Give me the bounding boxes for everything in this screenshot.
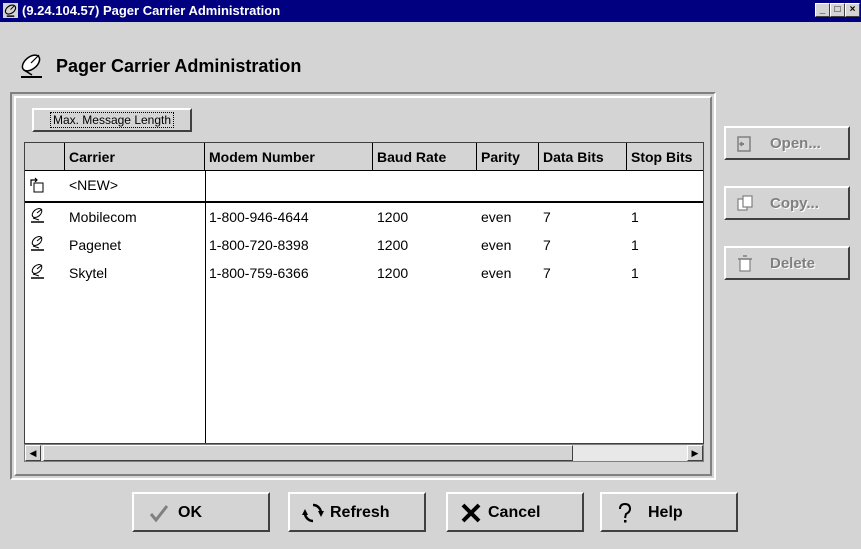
carrier-table[interactable]: Carrier Modem Number Baud Rate Parity Da… (24, 142, 704, 444)
open-icon (737, 136, 751, 152)
refresh-button[interactable]: Refresh (288, 492, 426, 532)
cell-data-bits: 7 (543, 265, 551, 281)
minimize-button[interactable]: _ (815, 3, 830, 17)
scroll-right-arrow-icon[interactable]: ▶ (687, 445, 703, 461)
cell-modem-number: 1-800-720-8398 (209, 237, 309, 253)
cell-parity: even (481, 237, 512, 253)
maximize-button[interactable]: □ (830, 3, 845, 17)
cell-baud-rate: 1200 (377, 265, 409, 281)
scrollbar-thumb[interactable] (43, 445, 573, 461)
column-header-carrier[interactable]: Carrier (65, 143, 205, 171)
cell-carrier: Pagenet (69, 237, 122, 253)
cell-baud-rate: 1200 (377, 209, 409, 225)
open-button-label: Open... (770, 135, 821, 152)
cell-stop-bits: 1 (631, 265, 639, 281)
cell-modem-number: 1-800-946-4644 (209, 209, 309, 225)
cancel-button[interactable]: Cancel (446, 492, 584, 532)
help-button[interactable]: Help (600, 492, 738, 532)
help-button-label: Help (648, 504, 683, 521)
table-row-new[interactable]: <NEW> (25, 171, 703, 201)
cell-carrier: Skytel (69, 265, 108, 281)
cell-stop-bits: 1 (631, 237, 639, 253)
satellite-dish-icon[interactable] (3, 3, 18, 18)
table-row[interactable]: Pagenet 1-800-720-8398 1200 even 7 1 (25, 231, 703, 259)
cell-data-bits: 7 (543, 209, 551, 225)
cell-data-bits: 7 (543, 237, 551, 253)
delete-button-label: Delete (770, 255, 816, 272)
delete-button[interactable]: Delete (724, 246, 850, 280)
satellite-dish-icon (21, 54, 42, 78)
copy-button-label: Copy... (770, 195, 819, 212)
copy-button[interactable]: Copy... (724, 186, 850, 220)
cell-parity: even (481, 209, 512, 225)
page-header: Pager Carrier Administration (0, 22, 861, 90)
ok-button-label: OK (178, 504, 202, 521)
column-header-baud-rate[interactable]: Baud Rate (373, 143, 477, 171)
scroll-left-arrow-icon[interactable]: ◀ (25, 445, 41, 461)
ok-button[interactable]: OK (132, 492, 270, 532)
satellite-dish-icon (31, 208, 44, 223)
satellite-dish-icon (31, 236, 44, 251)
table-row[interactable]: Mobilecom 1-800-946-4644 1200 even 7 1 (25, 203, 703, 231)
column-header-icon[interactable] (25, 143, 65, 171)
horizontal-scrollbar[interactable]: ◀ ▶ (24, 444, 704, 462)
refresh-icon (302, 503, 324, 523)
table-row[interactable]: Skytel 1-800-759-6366 1200 even 7 1 (25, 259, 703, 287)
column-header-stop-bits[interactable]: Stop Bits (627, 143, 703, 171)
close-button[interactable]: × (845, 3, 860, 17)
cell-carrier: Mobilecom (69, 209, 137, 225)
refresh-button-label: Refresh (330, 504, 390, 521)
page-title: Pager Carrier Administration (56, 56, 302, 76)
column-header-modem-number[interactable]: Modem Number (205, 143, 373, 171)
open-button[interactable]: Open... (724, 126, 850, 160)
column-header-parity[interactable]: Parity (477, 143, 539, 171)
new-row-label: <NEW> (69, 177, 119, 193)
cell-parity: even (481, 265, 512, 281)
max-message-length-button[interactable]: Max. Message Length (32, 108, 192, 132)
column-header-data-bits[interactable]: Data Bits (539, 143, 627, 171)
new-entry-icon (30, 177, 44, 193)
window-title: (9.24.104.57) Pager Carrier Administrati… (22, 3, 281, 18)
title-bar[interactable]: (9.24.104.57) Pager Carrier Administrati… (0, 0, 861, 22)
trash-icon (738, 255, 752, 272)
copy-icon (737, 195, 753, 211)
satellite-dish-icon (31, 264, 44, 279)
cell-modem-number: 1-800-759-6366 (209, 265, 309, 281)
cancel-button-label: Cancel (488, 504, 541, 521)
max-message-length-label: Max. Message Length (49, 111, 175, 128)
help-icon (619, 502, 632, 523)
cell-stop-bits: 1 (631, 209, 639, 225)
checkmark-icon (149, 505, 169, 523)
cell-baud-rate: 1200 (377, 237, 409, 253)
cancel-x-icon (461, 503, 481, 523)
